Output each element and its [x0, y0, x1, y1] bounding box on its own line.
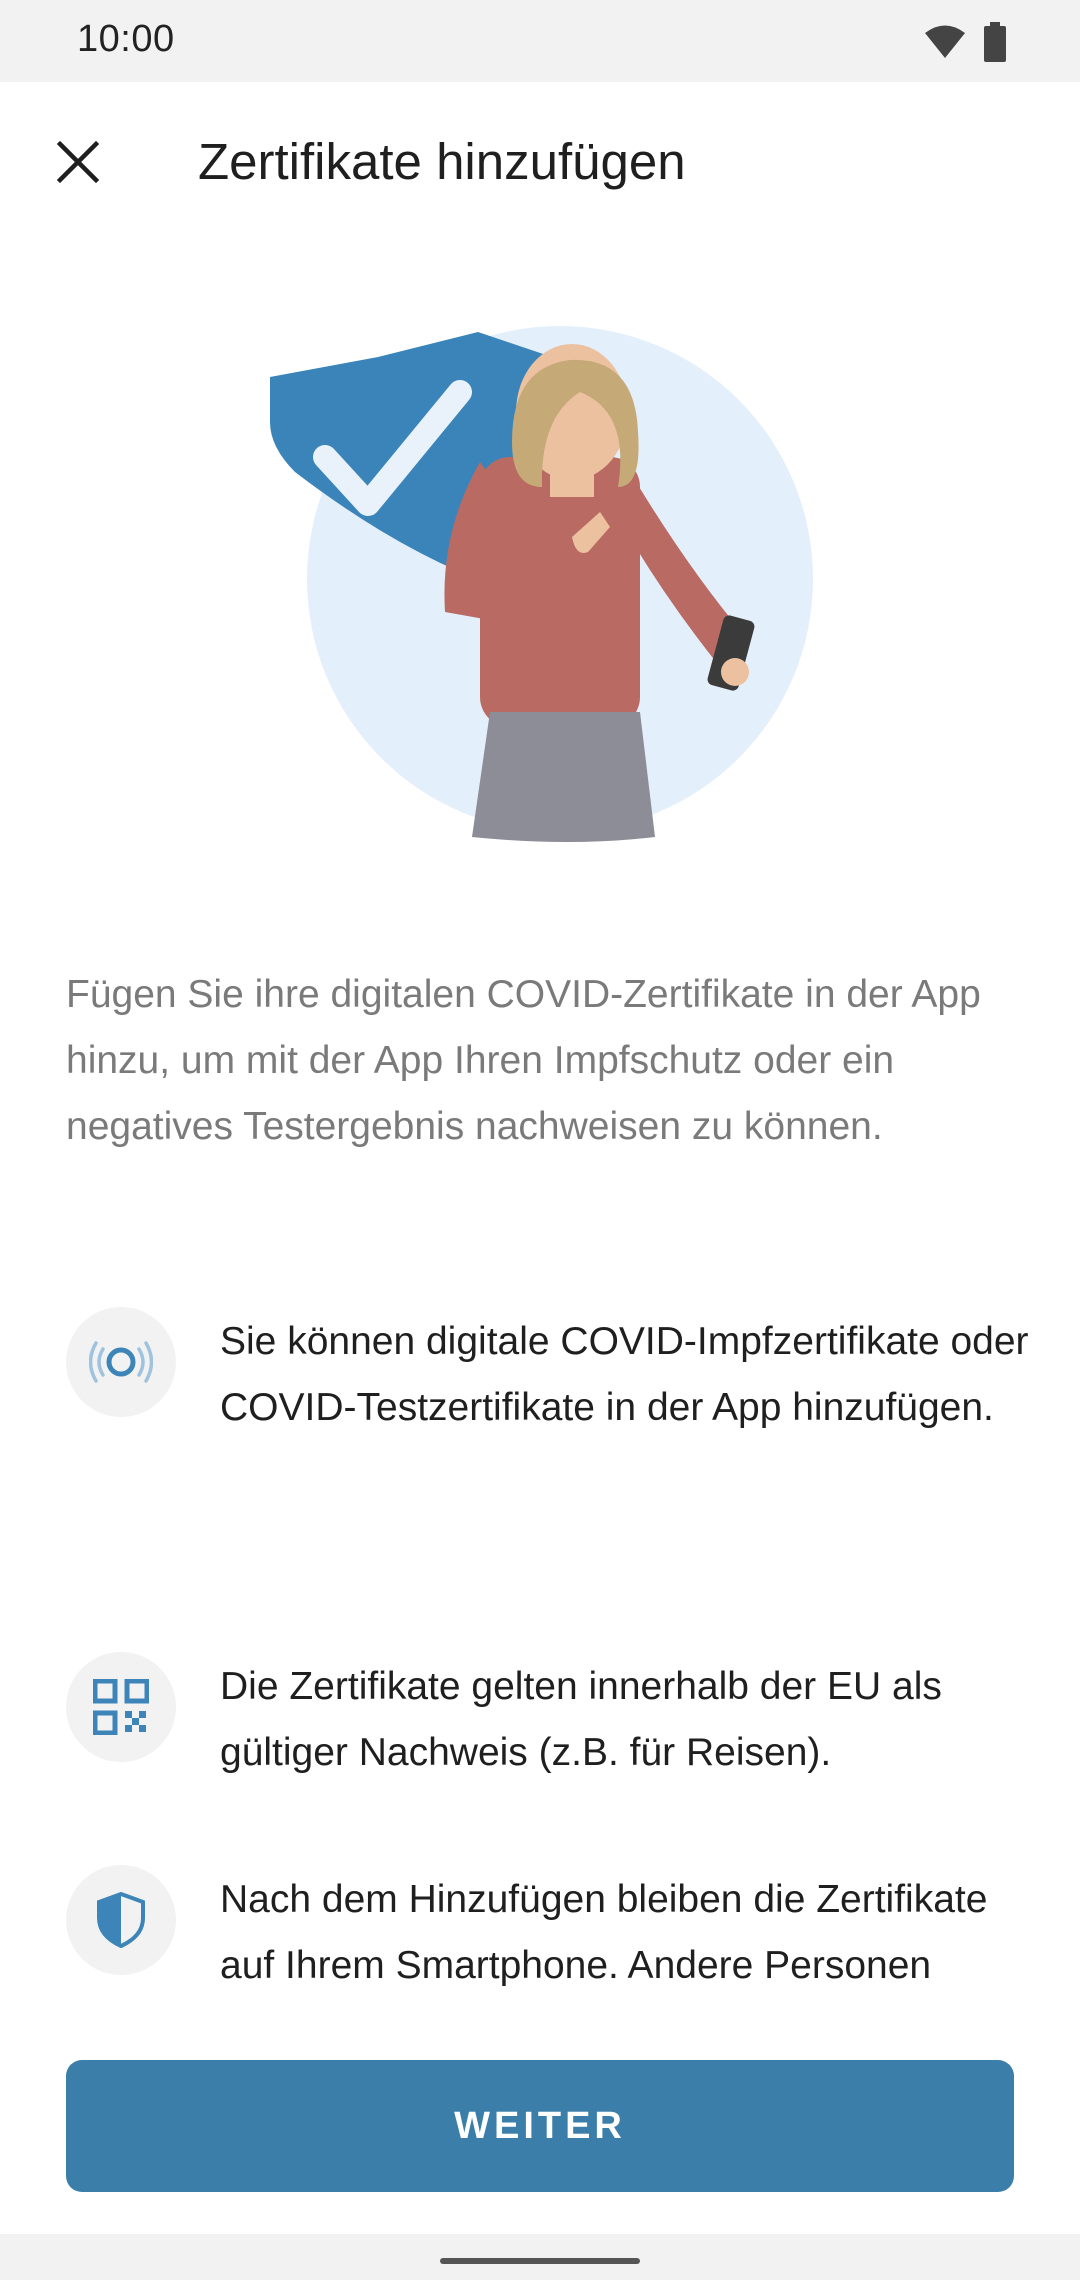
footer: WEITER	[0, 2014, 1080, 2234]
info-item-text: Nach dem Hinzufügen bleiben die Zertifik…	[220, 1878, 988, 2014]
shield-icon	[97, 1892, 145, 1948]
scan-icon	[89, 1341, 153, 1383]
weiter-button[interactable]: WEITER	[66, 2060, 1014, 2192]
info-item-icon-bg	[66, 1307, 176, 1417]
close-button[interactable]	[38, 122, 118, 202]
navigation-bar	[0, 2234, 1080, 2280]
battery-icon	[984, 22, 1006, 62]
info-item-icon-bg	[66, 1865, 176, 1975]
content-scroll[interactable]: Fügen Sie ihre digitalen COVID-Zertifika…	[0, 242, 1080, 2014]
close-icon	[56, 140, 100, 184]
status-icons	[924, 22, 1006, 62]
page-title: Zertifikate hinzufügen	[198, 133, 686, 190]
status-bar: 10:00	[0, 0, 1080, 82]
info-item-text: Sie können digitale COVID-Impfzertifikat…	[220, 1320, 1029, 1429]
qr-code-icon	[93, 1679, 149, 1735]
info-item-text: Die Zertifikate gelten innerhalb der EU …	[220, 1665, 942, 1774]
woman-with-shield-illustration	[270, 326, 813, 842]
intro-text: Fügen Sie ihre digitalen COVID-Zertifika…	[66, 973, 981, 1148]
status-time: 10:00	[77, 18, 175, 60]
wifi-icon	[925, 25, 965, 58]
home-gesture-handle[interactable]	[440, 2258, 640, 2264]
app-bar: Zertifikate hinzufügen	[0, 82, 1080, 242]
info-item-icon-bg	[66, 1652, 176, 1762]
